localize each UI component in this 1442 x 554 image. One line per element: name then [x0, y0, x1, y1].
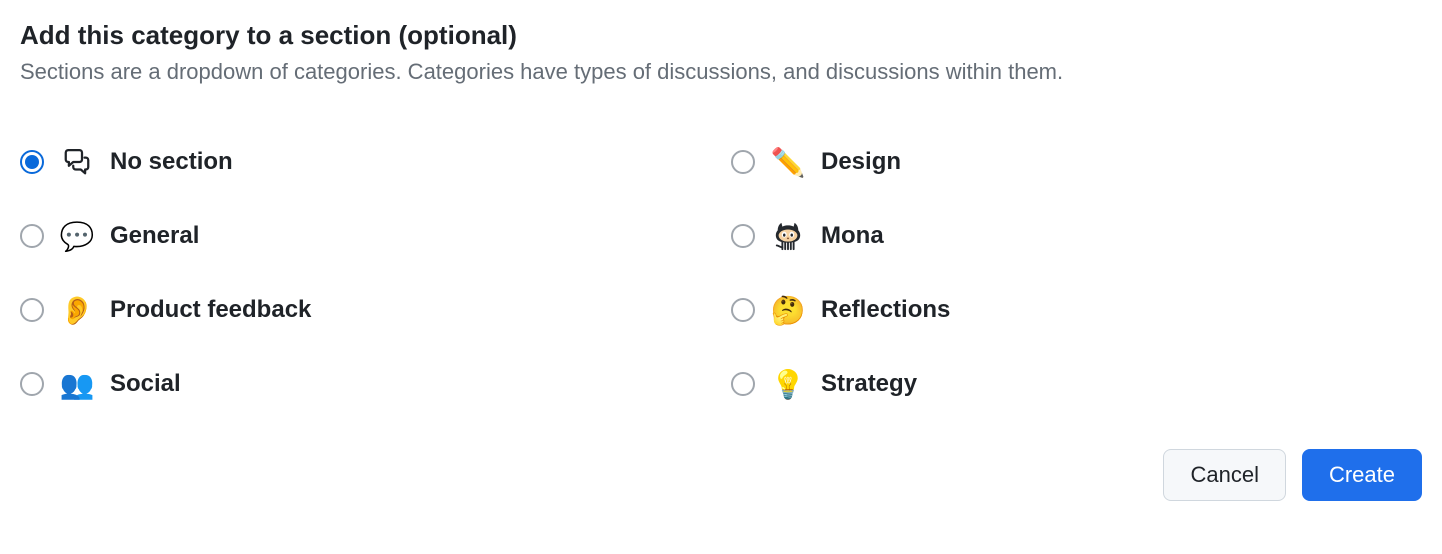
- dialog-footer: Cancel Create: [20, 449, 1422, 501]
- create-button[interactable]: Create: [1302, 449, 1422, 501]
- thinking-face-icon: 🤔: [771, 293, 805, 327]
- light-bulb-icon: 💡: [771, 367, 805, 401]
- option-general[interactable]: 💬 General: [20, 199, 711, 273]
- radio-input[interactable]: [731, 298, 755, 322]
- option-design[interactable]: ✏️ Design: [731, 125, 1422, 199]
- speech-balloon-icon: 💬: [60, 219, 94, 253]
- section-heading: Add this category to a section (optional…: [20, 20, 1422, 51]
- radio-input[interactable]: [20, 224, 44, 248]
- option-strategy[interactable]: 💡 Strategy: [731, 347, 1422, 421]
- option-reflections[interactable]: 🤔 Reflections: [731, 273, 1422, 347]
- radio-input[interactable]: [731, 372, 755, 396]
- section-options: No section ✏️ Design 💬 General: [20, 125, 1422, 421]
- option-social[interactable]: 👥 Social: [20, 347, 711, 421]
- ear-icon: 👂: [60, 293, 94, 327]
- option-label: Mona: [821, 222, 884, 250]
- radio-input[interactable]: [731, 150, 755, 174]
- option-mona[interactable]: Mona: [731, 199, 1422, 273]
- radio-input[interactable]: [20, 298, 44, 322]
- option-label: Reflections: [821, 296, 950, 324]
- radio-input[interactable]: [20, 372, 44, 396]
- radio-input[interactable]: [731, 224, 755, 248]
- section-subheading: Sections are a dropdown of categories. C…: [20, 59, 1422, 85]
- octocat-icon: [771, 219, 805, 253]
- option-label: Strategy: [821, 370, 917, 398]
- pencil-icon: ✏️: [771, 145, 805, 179]
- discussion-icon: [60, 145, 94, 179]
- option-label: Product feedback: [110, 296, 311, 324]
- option-no-section[interactable]: No section: [20, 125, 711, 199]
- option-label: General: [110, 222, 199, 250]
- cancel-button[interactable]: Cancel: [1163, 449, 1285, 501]
- people-icon: 👥: [60, 367, 94, 401]
- option-product-feedback[interactable]: 👂 Product feedback: [20, 273, 711, 347]
- option-label: No section: [110, 148, 233, 176]
- option-label: Social: [110, 370, 181, 398]
- option-label: Design: [821, 148, 901, 176]
- radio-input[interactable]: [20, 150, 44, 174]
